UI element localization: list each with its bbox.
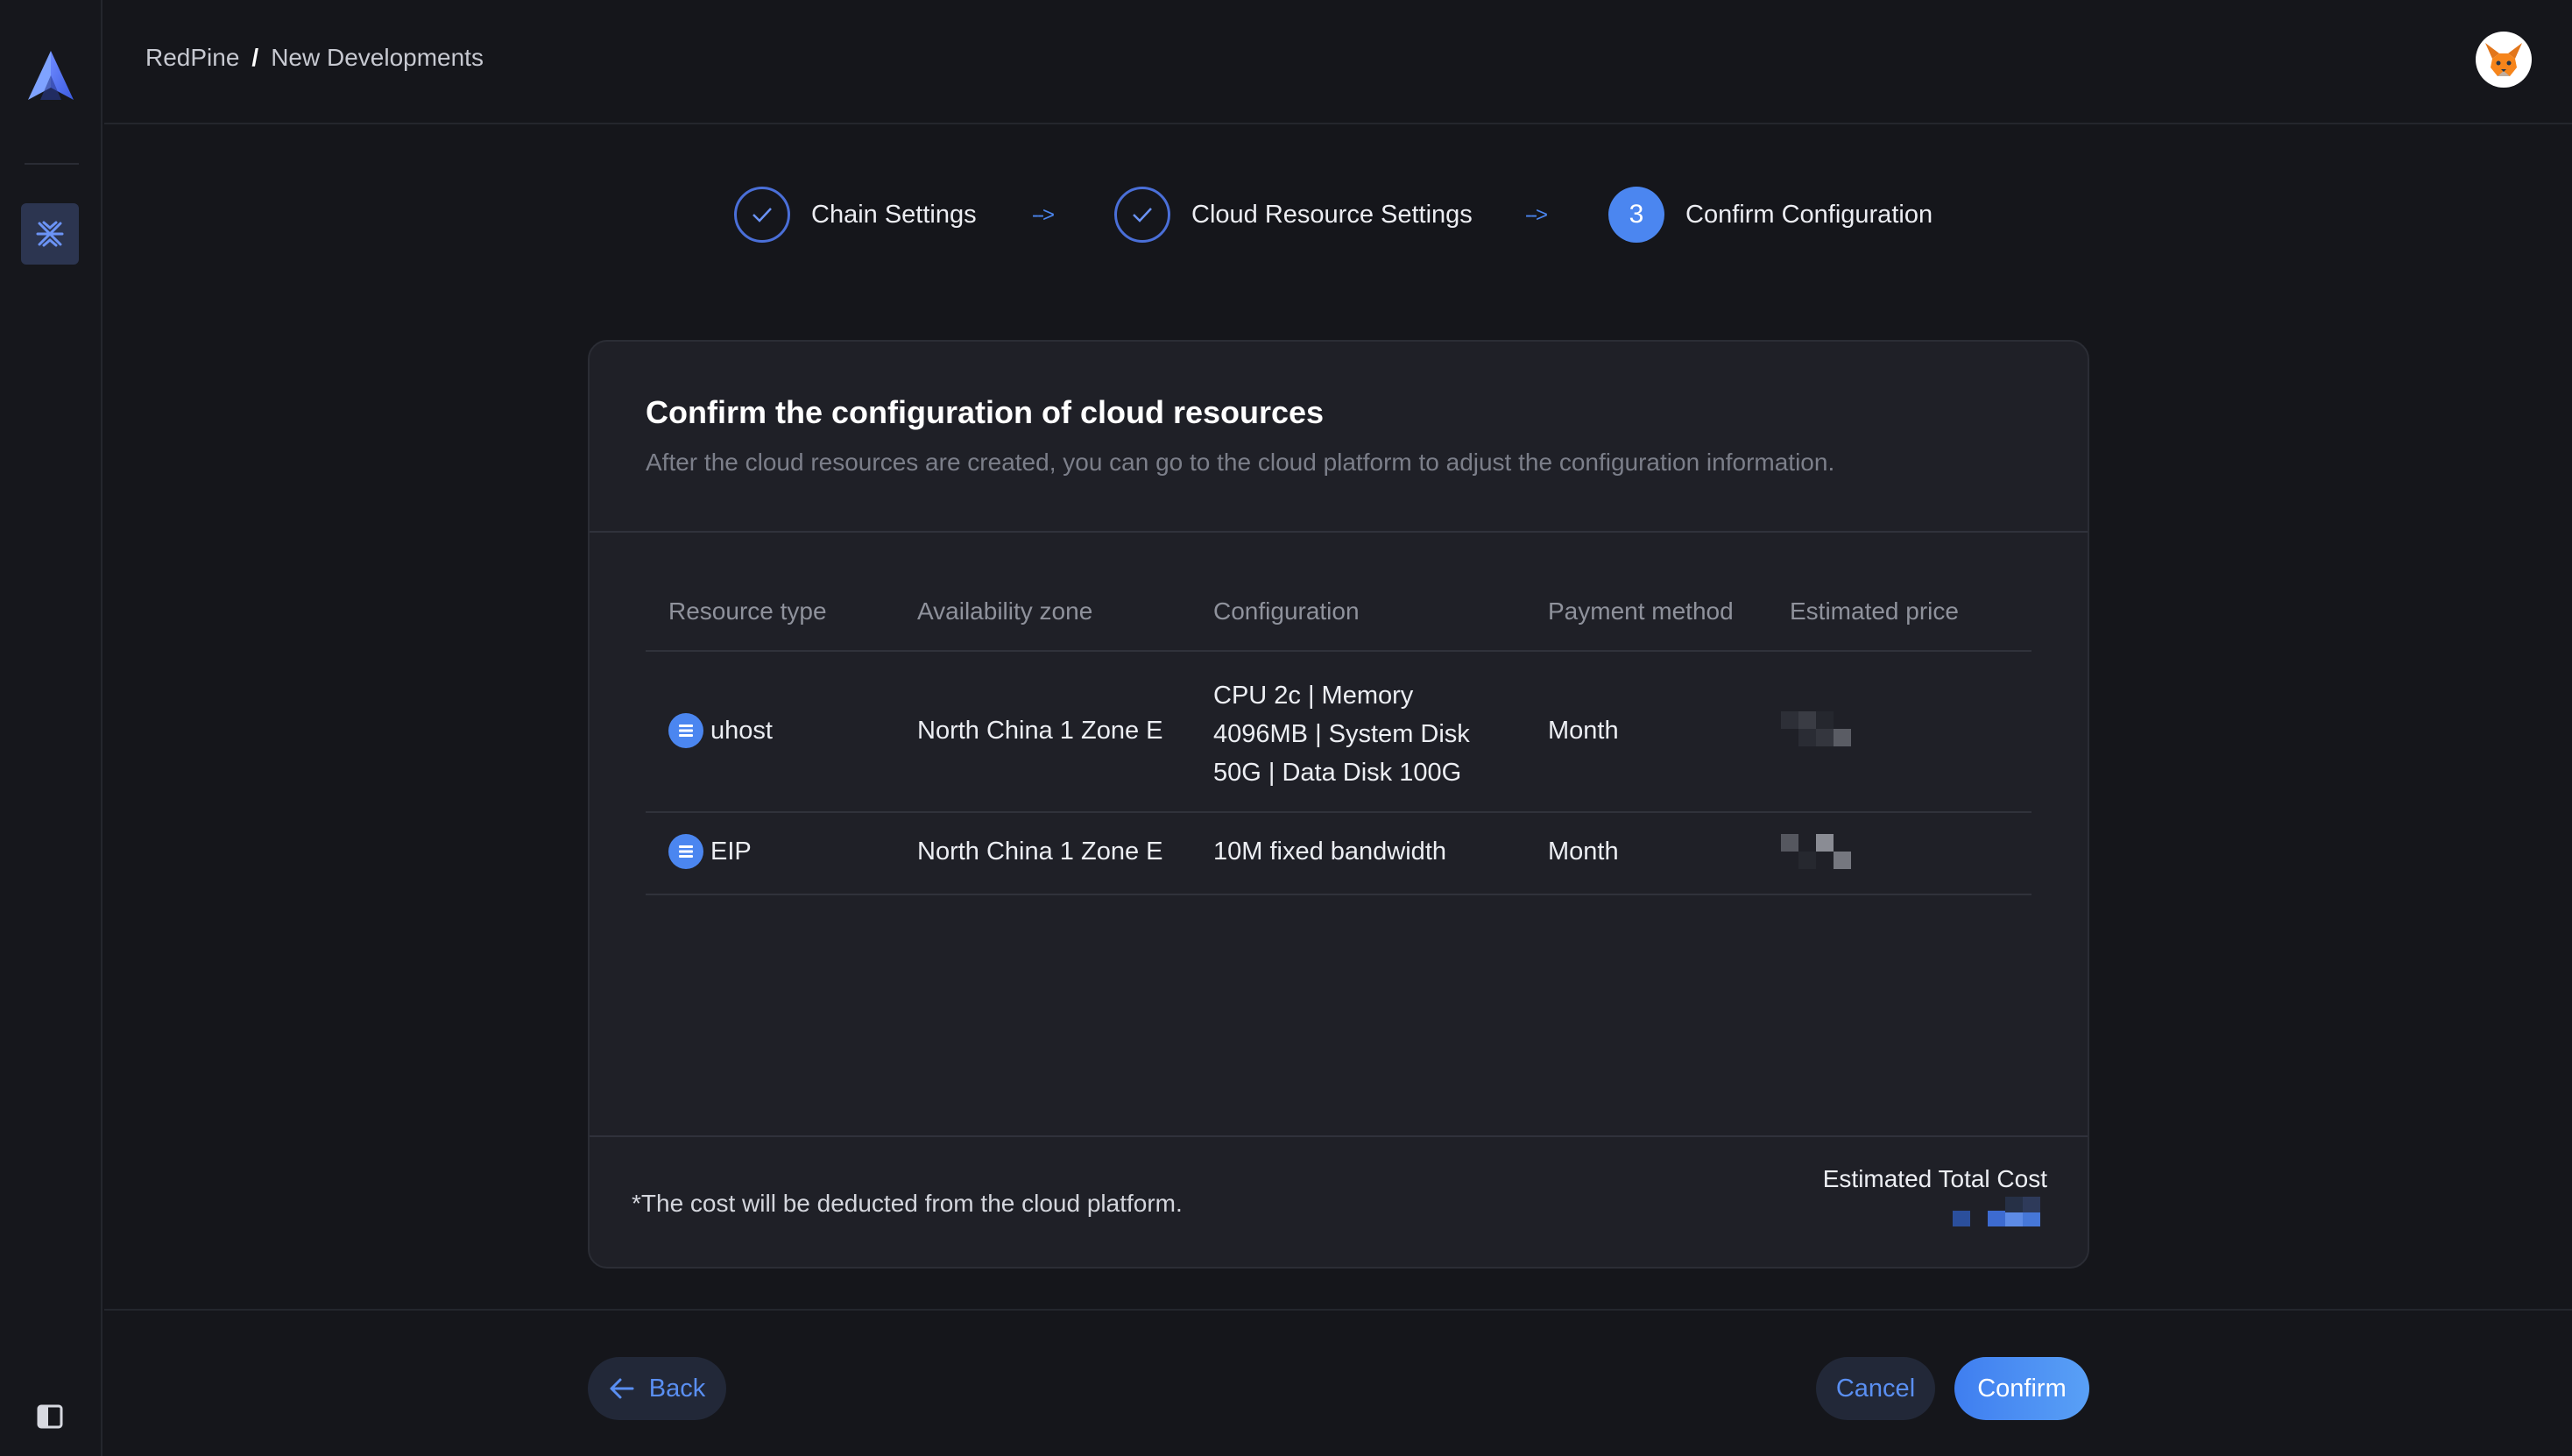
- step-chain-settings: Chain Settings: [734, 186, 977, 244]
- configuration: CPU 2c | Memory 4096MB | System Disk 50G…: [1213, 682, 1470, 787]
- total-cost-label: Estimated Total Cost: [1822, 1165, 2047, 1192]
- cost-note: *The cost will be deducted from the clou…: [632, 1190, 1183, 1217]
- divider: [104, 1309, 2572, 1311]
- step-confirm-configuration: 3 Confirm Configuration: [1608, 186, 1933, 244]
- step-number: 3: [1608, 187, 1664, 243]
- fox-avatar-icon: [2485, 43, 2522, 76]
- sidebar-divider: [25, 163, 79, 165]
- back-button-label: Back: [648, 1374, 706, 1403]
- arrow-left-icon: [610, 1378, 634, 1399]
- card-subtitle: After the cloud resources are created, y…: [646, 449, 1835, 476]
- check-icon: [1114, 187, 1170, 243]
- payment-method: Month: [1548, 717, 1619, 745]
- column-header-configuration: Configuration: [1213, 597, 1360, 625]
- app-logo-icon[interactable]: [26, 49, 75, 103]
- network-icon: [36, 221, 64, 247]
- column-header-payment-method: Payment method: [1548, 597, 1734, 625]
- cancel-button[interactable]: Cancel: [1816, 1357, 1935, 1420]
- divider: [646, 811, 2031, 813]
- availability-zone: North China 1 Zone E: [917, 838, 1163, 866]
- confirm-button[interactable]: Confirm: [1954, 1357, 2089, 1420]
- column-header-availability-zone: Availability zone: [917, 597, 1093, 625]
- column-header-estimated-price: Estimated price: [1790, 597, 1959, 625]
- sidebar: [0, 0, 102, 1456]
- column-header-resource-type: Resource type: [668, 597, 827, 625]
- estimated-price-pixelated: [1781, 711, 1877, 752]
- resource-type: uhost: [710, 717, 773, 745]
- breadcrumb: RedPine / New Developments: [145, 44, 484, 72]
- card-title: Confirm the configuration of cloud resou…: [646, 394, 1325, 430]
- divider: [646, 894, 2031, 895]
- sidebar-item-developments[interactable]: [21, 203, 79, 265]
- step-arrow-icon: -->: [1032, 203, 1055, 227]
- step-label: Confirm Configuration: [1685, 200, 1933, 229]
- server-icon: [668, 834, 703, 869]
- breadcrumb-separator: /: [251, 44, 259, 71]
- top-header: RedPine / New Developments: [104, 0, 2572, 124]
- configuration: 10M fixed bandwidth: [1213, 838, 1446, 866]
- divider: [646, 650, 2031, 652]
- server-icon: [668, 713, 703, 748]
- breadcrumb-root[interactable]: RedPine: [145, 44, 239, 72]
- step-label: Cloud Resource Settings: [1191, 200, 1473, 229]
- availability-zone: North China 1 Zone E: [917, 717, 1163, 745]
- resource-type: EIP: [710, 838, 752, 866]
- payment-method: Month: [1548, 838, 1619, 866]
- check-icon: [734, 187, 790, 243]
- avatar[interactable]: [2476, 32, 2532, 88]
- sidebar-collapse-icon[interactable]: [37, 1404, 63, 1429]
- confirm-card: Confirm the configuration of cloud resou…: [588, 340, 2089, 1269]
- step-arrow-icon: -->: [1525, 203, 1548, 227]
- back-button[interactable]: Back: [588, 1357, 726, 1420]
- step-cloud-resource-settings: Cloud Resource Settings: [1114, 186, 1473, 244]
- step-label: Chain Settings: [811, 200, 977, 229]
- estimated-price-pixelated: [1781, 834, 1877, 874]
- divider: [590, 1135, 2088, 1137]
- total-cost-pixelated: [1953, 1197, 2049, 1232]
- divider: [590, 531, 2088, 533]
- breadcrumb-current: New Developments: [271, 44, 484, 71]
